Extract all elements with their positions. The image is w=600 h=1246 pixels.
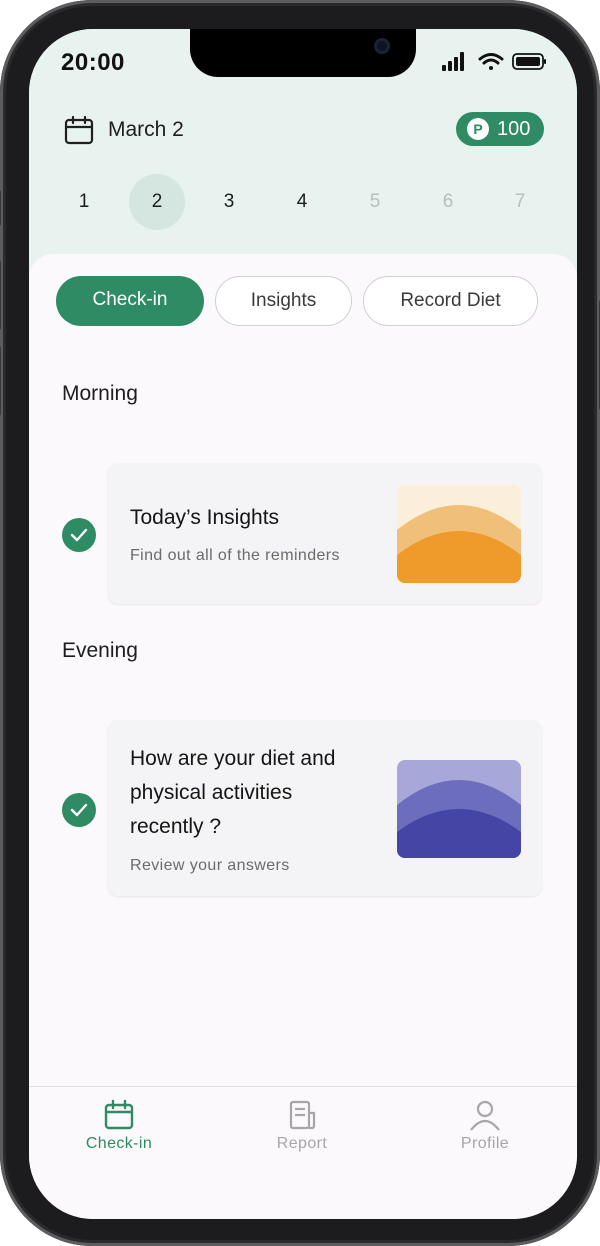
insights-card[interactable]: Today’s Insights Find out all of the rem… xyxy=(108,463,542,604)
notch xyxy=(190,29,416,77)
nav-label-check-in: Check-in xyxy=(85,1135,153,1152)
calendar-icon xyxy=(104,1099,134,1130)
main-content: Check-in Insights Record Diet Morning To… xyxy=(29,254,577,1086)
tab-record-diet[interactable]: Record Diet xyxy=(363,276,538,326)
dusk-illustration xyxy=(397,760,521,858)
completed-check-icon xyxy=(62,518,96,552)
mute-switch xyxy=(0,190,1,226)
day-1[interactable]: 1 xyxy=(56,174,112,230)
nav-label-report: Report xyxy=(276,1135,328,1152)
report-icon xyxy=(289,1100,316,1130)
battery-icon xyxy=(512,53,546,70)
points-badge[interactable]: P 100 xyxy=(456,112,544,146)
app-screen: 20:00 March 2 P 100 1 2 3 4 5 6 7 Check-… xyxy=(29,29,577,1219)
sunrise-illustration xyxy=(397,485,521,583)
day-3[interactable]: 3 xyxy=(201,174,257,230)
day-7[interactable]: 7 xyxy=(492,174,548,230)
wifi-icon xyxy=(478,53,504,70)
cellular-signal-icon xyxy=(442,52,464,71)
section-title-evening: Evening xyxy=(62,639,138,662)
tab-check-in[interactable]: Check-in xyxy=(56,276,204,326)
card-title-line-2: physical activities xyxy=(130,781,293,804)
card-title: Today’s Insights xyxy=(130,506,280,529)
status-time: 20:00 xyxy=(61,49,125,76)
nav-check-in[interactable]: Check-in xyxy=(59,1099,179,1153)
phone-frame: 20:00 March 2 P 100 1 2 3 4 5 6 7 Check-… xyxy=(0,0,600,1246)
completed-check-icon xyxy=(62,793,96,827)
volume-down-button xyxy=(0,346,1,416)
day-strip: 1 2 3 4 5 6 7 xyxy=(29,174,577,230)
volume-up-button xyxy=(0,260,1,330)
nav-report[interactable]: Report xyxy=(242,1099,362,1153)
points-value: 100 xyxy=(497,117,531,140)
day-4[interactable]: 4 xyxy=(274,174,330,230)
diet-activity-card[interactable]: How are your diet and physical activitie… xyxy=(108,720,542,896)
points-coin-icon: P xyxy=(467,118,489,140)
bottom-navigation: Check-in Report Profile xyxy=(29,1086,577,1219)
section-title-morning: Morning xyxy=(62,382,138,405)
profile-icon xyxy=(470,1100,500,1131)
front-camera xyxy=(374,38,390,54)
card-title-line-3: recently ? xyxy=(130,815,222,838)
day-2-selected[interactable]: 2 xyxy=(129,174,185,230)
nav-label-profile: Profile xyxy=(460,1135,510,1152)
card-title-line-1: How are your diet and xyxy=(130,747,336,770)
day-6[interactable]: 6 xyxy=(420,174,476,230)
tab-insights[interactable]: Insights xyxy=(215,276,352,326)
date-selector[interactable]: March 2 xyxy=(64,115,184,145)
current-date: March 2 xyxy=(108,118,184,141)
card-subtitle: Find out all of the reminders xyxy=(130,547,340,564)
card-subtitle: Review your answers xyxy=(130,857,290,874)
calendar-icon xyxy=(64,115,94,145)
day-5[interactable]: 5 xyxy=(347,174,403,230)
status-icons xyxy=(442,51,547,73)
nav-profile[interactable]: Profile xyxy=(425,1099,545,1153)
